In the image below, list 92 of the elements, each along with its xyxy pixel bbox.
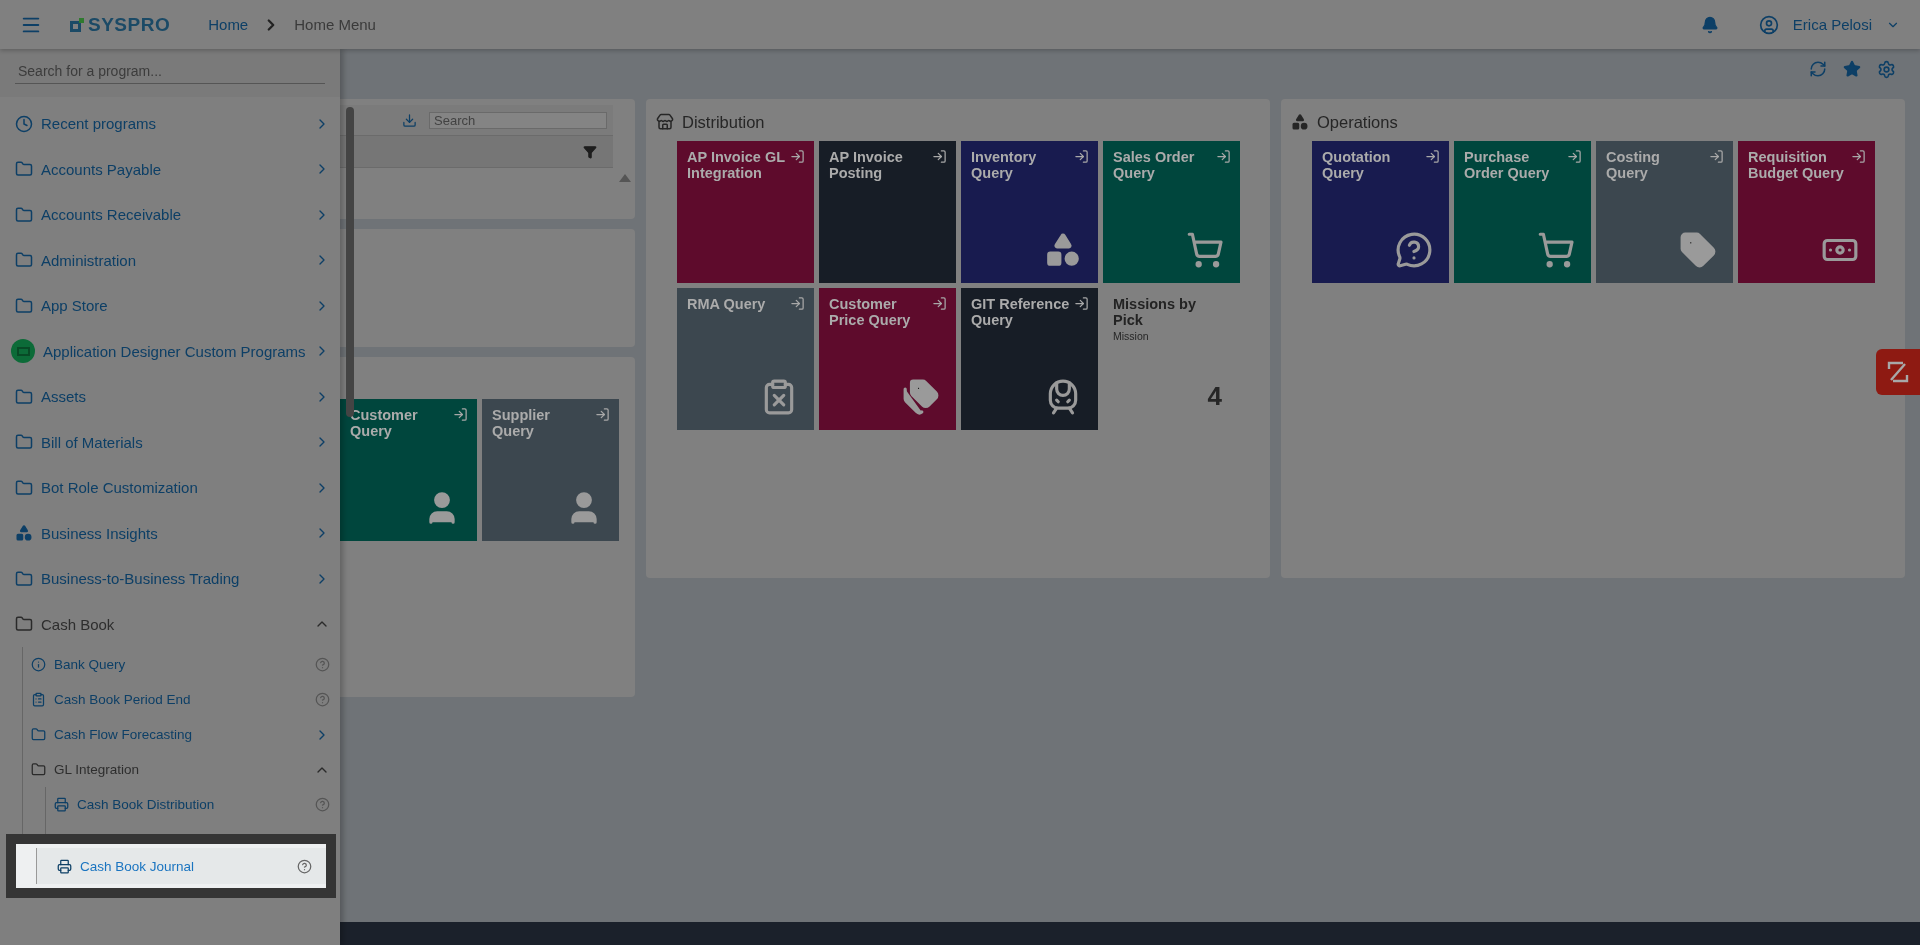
star-icon[interactable] — [1843, 60, 1861, 78]
launch-icon[interactable] — [1567, 149, 1582, 164]
kpi-value: 4 — [1207, 381, 1222, 412]
program-tile[interactable]: AP Invoice GL Integration — [677, 141, 814, 283]
clock-icon — [15, 114, 33, 133]
menu-item[interactable]: Bank Query — [23, 647, 344, 682]
store-icon — [656, 113, 674, 131]
menu-item[interactable]: Administration — [0, 237, 344, 283]
clipboard-icon — [31, 692, 46, 707]
folder-icon — [15, 387, 33, 406]
menu-item[interactable]: Cash Flow Forecasting — [23, 717, 344, 752]
menu-item[interactable]: Cash Book Distribution — [46, 787, 344, 822]
tag-icon — [1679, 231, 1717, 269]
menu-item[interactable]: Cash Book Journal — [36, 848, 326, 884]
folder-icon — [15, 569, 33, 588]
menu-item[interactable]: Business-to-Business Trading — [0, 556, 344, 602]
printer-icon — [54, 797, 69, 812]
launch-icon[interactable] — [790, 296, 805, 311]
folder-icon — [31, 762, 46, 777]
launch-icon[interactable] — [1851, 149, 1866, 164]
folder-icon — [11, 339, 35, 364]
section-title: Distribution — [682, 112, 765, 132]
cart-icon — [1186, 231, 1224, 269]
help-icon[interactable] — [297, 858, 312, 874]
launch-icon[interactable] — [932, 149, 947, 164]
help-icon[interactable] — [314, 692, 330, 707]
folder-icon — [15, 433, 33, 452]
sort-icon[interactable] — [619, 174, 631, 182]
search-field[interactable]: Search for a program... — [0, 49, 340, 97]
printer-icon — [57, 858, 72, 874]
launch-icon[interactable] — [1216, 149, 1231, 164]
help-icon[interactable] — [314, 657, 330, 672]
menu-item[interactable]: Accounts Payable — [0, 146, 344, 192]
launch-icon[interactable] — [932, 296, 947, 311]
launch-icon[interactable] — [595, 407, 610, 422]
filter-icon[interactable] — [583, 144, 597, 159]
info-icon — [31, 657, 46, 672]
tile-title: Missions by Pick — [1113, 296, 1197, 328]
launch-icon[interactable] — [453, 407, 468, 422]
menu-item[interactable]: Accounts Receivable — [0, 192, 344, 238]
program-tile[interactable]: Supplier Query — [482, 399, 619, 541]
section-title: Operations — [1317, 112, 1398, 132]
breadcrumb-link[interactable]: Home — [208, 16, 249, 33]
program-tile[interactable]: GIT Reference Query — [961, 288, 1098, 430]
menu-item[interactable]: Cash Book — [0, 601, 344, 647]
tile-subtitle: Mission — [1113, 330, 1150, 342]
folder-icon — [15, 205, 33, 224]
help-icon[interactable] — [314, 797, 330, 812]
program-tile[interactable]: Customer Query — [340, 399, 477, 541]
menu-item[interactable]: Recent programs — [0, 101, 344, 147]
logo[interactable]: SYSPRO — [70, 13, 171, 36]
menu-item[interactable]: GL Integration — [23, 752, 344, 787]
refresh-icon[interactable] — [1809, 60, 1827, 78]
folder-icon — [15, 160, 33, 179]
expand-button[interactable] — [1876, 349, 1920, 395]
program-tile[interactable]: AP Invoice Posting — [819, 141, 956, 283]
folder-icon — [15, 296, 33, 315]
program-tile[interactable]: RMA Query — [677, 288, 814, 430]
menu-item[interactable]: Cash Book Period End — [23, 682, 344, 717]
launch-icon[interactable] — [1425, 149, 1440, 164]
user-icon[interactable] — [1758, 14, 1779, 35]
settings-icon[interactable] — [1877, 59, 1896, 79]
breadcrumb-current: Home Menu — [294, 16, 376, 33]
widgets-icon — [1291, 113, 1309, 131]
folder-icon — [31, 727, 46, 742]
program-tile[interactable]: Customer Price Query — [819, 288, 956, 430]
launch-icon[interactable] — [1074, 149, 1089, 164]
program-tile[interactable]: Quotation Query — [1312, 141, 1449, 283]
launch-icon[interactable] — [1074, 296, 1089, 311]
search-field[interactable]: Search — [429, 111, 607, 129]
program-tile[interactable]: Sales Order Query — [1103, 141, 1240, 283]
expand-icon — [1887, 361, 1909, 383]
tags-icon — [902, 378, 940, 416]
bell-icon[interactable] — [1700, 15, 1719, 34]
cart-icon — [1537, 231, 1575, 269]
user-name[interactable]: Erica Pelosi — [1792, 16, 1872, 33]
folder-icon — [15, 478, 33, 497]
folder-icon — [15, 251, 33, 270]
kpi-tile[interactable]: Missions by Pick Mission 4 — [1103, 288, 1240, 430]
menu-item[interactable]: Application Designer Custom Programs — [0, 328, 344, 374]
widgets-icon — [1044, 231, 1082, 269]
question-icon — [1395, 231, 1433, 269]
launch-icon[interactable] — [1709, 149, 1724, 164]
folder-icon — [15, 615, 33, 634]
menu-item[interactable]: App Store — [0, 283, 344, 329]
program-tile[interactable]: Inventory Query — [961, 141, 1098, 283]
widgets-icon — [15, 524, 33, 543]
program-tile[interactable]: Requisition Budget Query — [1738, 141, 1875, 283]
program-tile[interactable]: Purchase Order Query — [1454, 141, 1591, 283]
download-icon[interactable] — [402, 112, 417, 128]
launch-icon[interactable] — [790, 149, 805, 164]
program-tile[interactable]: Costing Query — [1596, 141, 1733, 283]
